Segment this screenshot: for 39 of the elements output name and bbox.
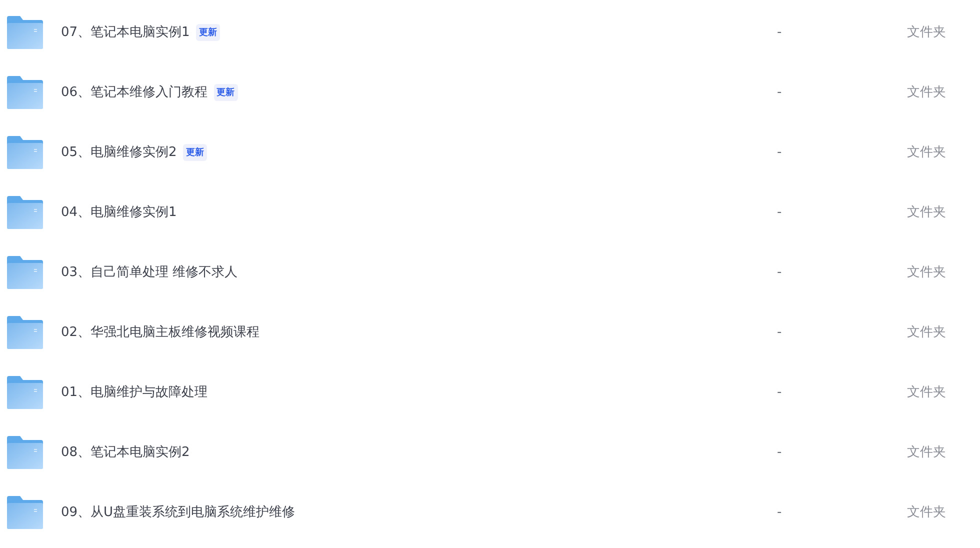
file-type: 文件夹 xyxy=(907,384,946,401)
folder-icon xyxy=(7,496,43,528)
update-badge: 更新 xyxy=(196,24,220,40)
folder-icon xyxy=(7,16,43,48)
file-type: 文件夹 xyxy=(907,324,946,341)
folder-icon xyxy=(7,196,43,228)
file-type: 文件夹 xyxy=(907,444,946,461)
file-size: - xyxy=(776,24,783,40)
file-size: - xyxy=(776,144,783,160)
folder-name[interactable]: 05、电脑维修实例2 xyxy=(61,143,177,161)
folder-name[interactable]: 03、自己简单处理 维修不求人 xyxy=(61,263,238,281)
file-size: - xyxy=(776,384,783,400)
update-badge: 更新 xyxy=(182,144,207,160)
folder-name[interactable]: 01、电脑维护与故障处理 xyxy=(61,383,208,401)
file-type: 文件夹 xyxy=(907,84,946,101)
file-type: 文件夹 xyxy=(907,264,946,281)
folder-icon xyxy=(7,76,43,108)
folder-name[interactable]: 09、从U盘重装系统到电脑系统维护维修 xyxy=(61,503,296,521)
folder-name[interactable]: 02、华强北电脑主板维修视频课程 xyxy=(61,323,260,341)
folder-icon xyxy=(7,256,43,288)
file-type: 文件夹 xyxy=(907,504,946,521)
folder-name[interactable]: 07、笔记本电脑实例1 xyxy=(61,23,190,41)
file-size: - xyxy=(776,504,783,520)
file-type: 文件夹 xyxy=(907,144,946,161)
folder-icon xyxy=(7,136,43,168)
file-size: - xyxy=(776,324,783,340)
folder-name[interactable]: 04、电脑维修实例1 xyxy=(61,203,177,221)
file-type: 文件夹 xyxy=(907,24,946,41)
file-size: - xyxy=(776,444,783,460)
file-size: - xyxy=(776,264,783,280)
folder-icon xyxy=(7,376,43,408)
folder-name[interactable]: 08、笔记本电脑实例2 xyxy=(61,443,190,461)
update-badge: 更新 xyxy=(214,84,238,100)
file-size: - xyxy=(776,84,783,100)
file-size: - xyxy=(776,204,783,220)
file-type: 文件夹 xyxy=(907,204,946,221)
folder-icon xyxy=(7,436,43,468)
folder-name[interactable]: 06、笔记本维修入门教程 xyxy=(61,83,208,101)
folder-icon xyxy=(7,316,43,348)
